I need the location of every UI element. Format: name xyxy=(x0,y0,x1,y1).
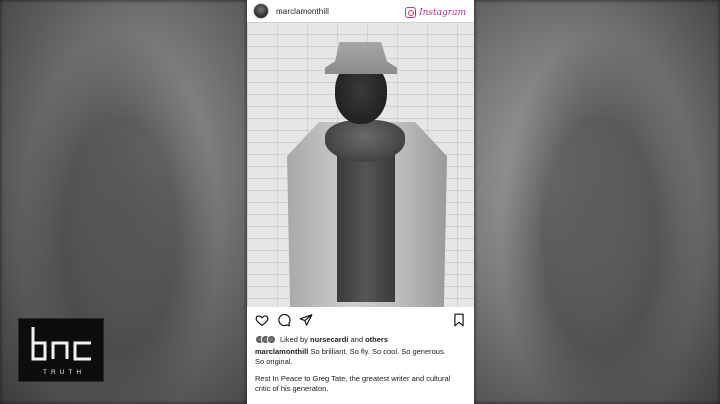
caption-line-1: So brilliant. So fly. So cool. So genero… xyxy=(310,347,446,356)
liked-by-conjunction: and xyxy=(350,334,363,344)
background-figure-right xyxy=(500,30,700,404)
caption-author[interactable]: marclamonthill xyxy=(255,347,308,356)
instagram-badge: Instagram xyxy=(405,7,466,18)
instagram-icon xyxy=(405,7,417,18)
caption-line-2: So original. xyxy=(255,357,293,366)
liker-avatar xyxy=(267,334,276,344)
post-header: marclamonthill Instagram xyxy=(247,0,474,22)
share-icon[interactable] xyxy=(299,313,313,327)
post-caption: marclamonthill So brilliant. So fly. So … xyxy=(255,347,469,394)
instagram-label: Instagram xyxy=(419,7,466,18)
bookmark-icon[interactable] xyxy=(452,313,466,327)
comment-icon[interactable] xyxy=(277,313,291,327)
instagram-post: marclamonthill Instagram Liked by nursec… xyxy=(247,0,474,404)
caption-line-3: Rest In Peace to Greg Tate, the greatest… xyxy=(255,374,451,383)
liked-by-others[interactable]: others xyxy=(365,335,388,344)
liker-avatars xyxy=(255,334,276,344)
post-photo[interactable] xyxy=(247,22,474,307)
post-actions xyxy=(247,310,474,330)
scarf xyxy=(325,120,405,162)
logo-tagline: TRUTH xyxy=(42,369,86,376)
avatar[interactable] xyxy=(253,3,269,19)
post-username[interactable]: marclamonthill xyxy=(276,7,329,16)
caption-line-4: critic of his generaton. xyxy=(255,384,329,393)
network-logo: TRUTH xyxy=(18,318,104,382)
liked-by: Liked by nursecardi and others xyxy=(255,333,388,345)
shirt xyxy=(337,142,395,302)
heart-icon[interactable] xyxy=(255,313,269,327)
liked-by-user[interactable]: nursecardi xyxy=(310,335,348,344)
liked-by-prefix: Liked by xyxy=(280,334,308,344)
bnc-logo-mark xyxy=(31,327,91,361)
